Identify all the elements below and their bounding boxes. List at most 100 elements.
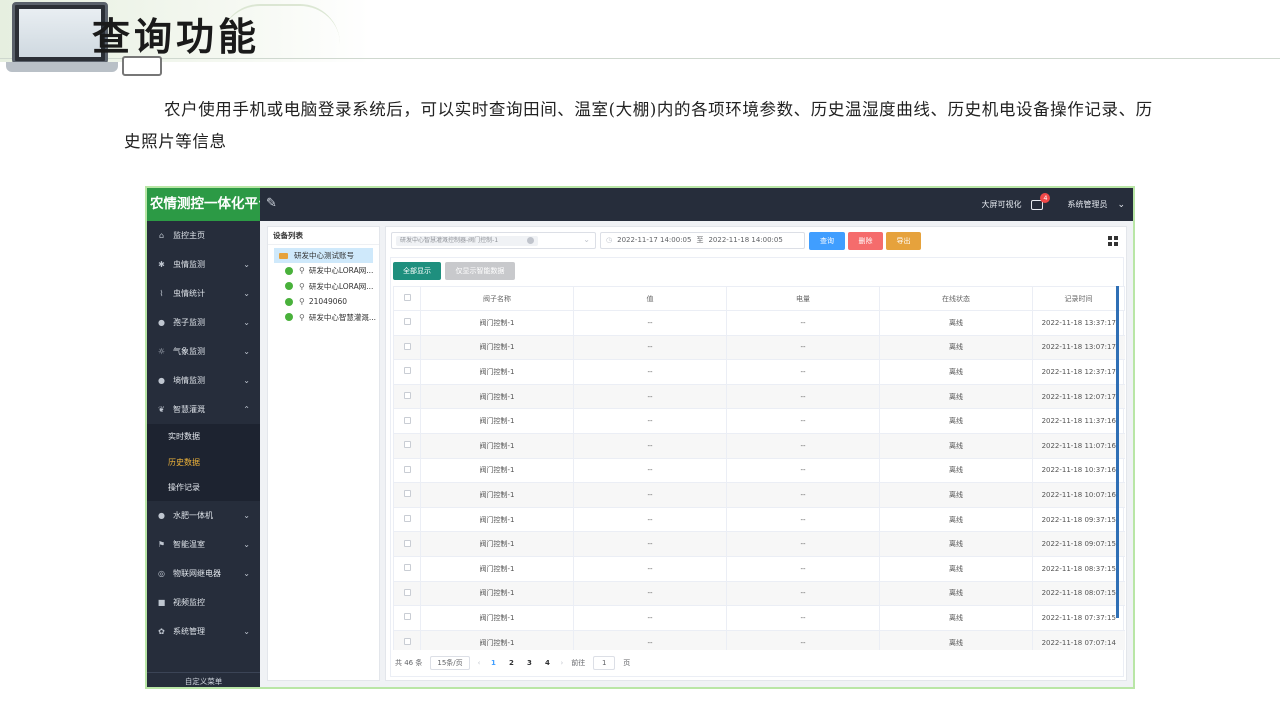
table-row[interactable]: 阀门控制-1 -- -- 离线 2022-11-18 09:37:15: [393, 507, 1125, 533]
row-select-cell[interactable]: [393, 482, 421, 508]
table-row[interactable]: 阀门控制-1 -- -- 离线 2022-11-18 08:07:15: [393, 581, 1125, 607]
row-checkbox[interactable]: [403, 367, 411, 375]
row-select-cell[interactable]: [393, 556, 421, 582]
page-number[interactable]: 2: [506, 659, 516, 667]
sidebar-item[interactable]: ⚑ 智能温室 ⌄: [147, 530, 260, 559]
row-select-cell[interactable]: [393, 630, 421, 650]
select-all-checkbox[interactable]: [403, 294, 411, 301]
sidebar-item[interactable]: ◎ 物联网继电器 ⌄: [147, 559, 260, 588]
tree-root-node[interactable]: 研发中心测试账号: [274, 248, 373, 263]
row-checkbox[interactable]: [403, 490, 411, 498]
close-icon[interactable]: [527, 237, 534, 244]
sidebar-item[interactable]: ✿ 系统管理 ⌄: [147, 617, 260, 646]
table-scrollbar[interactable]: [1116, 286, 1119, 618]
row-select-cell[interactable]: [393, 531, 421, 557]
tree-node[interactable]: ⚲ 研发中心智慧灌溉...: [268, 310, 379, 326]
row-checkbox[interactable]: [403, 515, 411, 523]
tree-node[interactable]: ⚲ 研发中心LORA网...: [268, 263, 379, 279]
row-select-cell[interactable]: [393, 335, 421, 361]
row-checkbox[interactable]: [403, 638, 411, 646]
table-row[interactable]: 阀门控制-1 -- -- 离线 2022-11-18 10:37:16: [393, 458, 1125, 484]
row-checkbox[interactable]: [403, 441, 411, 449]
sidebar-subitem[interactable]: 历史数据: [147, 450, 260, 476]
tree-node[interactable]: ⚲ 研发中心LORA网...: [268, 279, 379, 295]
column-header[interactable]: 电量: [726, 286, 880, 311]
table-row[interactable]: 阀门控制-1 -- -- 离线 2022-11-18 13:07:17: [393, 335, 1125, 361]
row-checkbox[interactable]: [403, 342, 411, 350]
sidebar-item[interactable]: ● 墒情监测 ⌄: [147, 366, 260, 395]
grid-view-icon[interactable]: [1108, 236, 1118, 246]
table-row[interactable]: 阀门控制-1 -- -- 离线 2022-11-18 07:07:14: [393, 630, 1125, 650]
export-button[interactable]: 导出: [886, 232, 921, 250]
sidebar-item-label: 系统管理: [173, 626, 205, 636]
user-menu[interactable]: 系统管理员: [1067, 199, 1107, 210]
table-row[interactable]: 阀门控制-1 -- -- 离线 2022-11-18 12:37:17: [393, 359, 1125, 385]
row-checkbox[interactable]: [403, 318, 411, 326]
sidebar-subitem[interactable]: 实时数据: [147, 424, 260, 450]
row-checkbox[interactable]: [403, 392, 411, 400]
sidebar-item[interactable]: ❦ 智慧灌溉 ⌃: [147, 395, 260, 424]
edit-icon[interactable]: ✎: [266, 197, 280, 211]
row-select-cell[interactable]: [393, 605, 421, 631]
sidebar-item[interactable]: ⌇ 虫情统计 ⌄: [147, 279, 260, 308]
row-checkbox[interactable]: [403, 613, 411, 621]
row-select-cell[interactable]: [393, 359, 421, 385]
table-row[interactable]: 阀门控制-1 -- -- 离线 2022-11-18 13:37:17: [393, 310, 1125, 336]
row-select-cell[interactable]: [393, 581, 421, 607]
sidebar-item[interactable]: ⌂ 监控主页: [147, 221, 260, 250]
table-row[interactable]: 阀门控制-1 -- -- 离线 2022-11-18 12:07:17: [393, 384, 1125, 410]
sidebar-item[interactable]: ✱ 虫情监测 ⌄: [147, 250, 260, 279]
page-number[interactable]: 3: [524, 659, 534, 667]
chevron-down-icon: ⌄: [243, 347, 250, 356]
table-row[interactable]: 阀门控制-1 -- -- 离线 2022-11-18 11:37:16: [393, 408, 1125, 434]
row-checkbox[interactable]: [403, 539, 411, 547]
sidebar-item-label: 水肥一体机: [173, 510, 213, 520]
column-header[interactable]: 记录时间: [1032, 286, 1125, 311]
table-row[interactable]: 阀门控制-1 -- -- 离线 2022-11-18 11:07:16: [393, 433, 1125, 459]
table-viewport[interactable]: 阀子名称值电量 在线状态 记录时间 阀门控制-1 -- -- 离线 2022-11-18 1…: [391, 258, 1125, 650]
row-select-cell[interactable]: [393, 458, 421, 484]
table-row[interactable]: 阀门控制-1 -- -- 离线 2022-11-18 10:07:16: [393, 482, 1125, 508]
page-size-select[interactable]: 15条/页: [430, 656, 470, 670]
row-checkbox[interactable]: [403, 564, 411, 572]
column-header[interactable]: 阀子名称: [420, 286, 574, 311]
sidebar-item[interactable]: ● 孢子监测 ⌄: [147, 308, 260, 337]
row-checkbox[interactable]: [403, 588, 411, 596]
prev-page-icon[interactable]: ‹: [478, 659, 481, 667]
row-select-cell[interactable]: [393, 384, 421, 410]
sidebar-item[interactable]: ■ 视频监控: [147, 588, 260, 617]
table-cell: --: [573, 335, 727, 361]
date-end[interactable]: 2022-11-18 14:00:05: [708, 233, 782, 248]
sidebar-subitem[interactable]: 操作记录: [147, 475, 260, 501]
row-select-cell[interactable]: [393, 408, 421, 434]
sidebar-item[interactable]: ● 水肥一体机 ⌄: [147, 501, 260, 530]
tree-node[interactable]: ⚲ 21049060: [268, 294, 379, 310]
delete-button[interactable]: 删除: [848, 232, 883, 250]
sidebar-item[interactable]: ☼ 气象监测 ⌄: [147, 337, 260, 366]
device-select[interactable]: 研发中心智慧灌溉控制器-阀门控制-1 ⌄: [391, 232, 596, 249]
row-checkbox[interactable]: [403, 465, 411, 473]
date-range-picker[interactable]: ◷ 2022-11-17 14:00:05 至 2022-11-18 14:00…: [600, 232, 805, 249]
row-select-cell[interactable]: [393, 310, 421, 336]
goto-page-input[interactable]: 1: [593, 656, 616, 670]
row-select-cell[interactable]: [393, 433, 421, 459]
bigscreen-link[interactable]: 大屏可视化: [981, 199, 1021, 210]
chevron-down-icon[interactable]: ⌄: [1117, 200, 1125, 210]
message-icon[interactable]: 4: [1031, 192, 1051, 210]
column-header[interactable]: 值: [573, 286, 727, 311]
column-header[interactable]: 在线状态: [879, 286, 1033, 311]
page-number[interactable]: 1: [488, 659, 498, 667]
selected-device-tag: 研发中心智慧灌溉控制器-阀门控制-1: [396, 236, 538, 246]
next-page-icon[interactable]: ›: [560, 659, 563, 667]
table-row[interactable]: 阀门控制-1 -- -- 离线 2022-11-18 08:37:15: [393, 556, 1125, 582]
date-start[interactable]: 2022-11-17 14:00:05: [617, 233, 691, 248]
row-select-cell[interactable]: [393, 507, 421, 533]
custom-menu-button[interactable]: 自定义菜单: [147, 672, 260, 687]
table-row[interactable]: 阀门控制-1 -- -- 离线 2022-11-18 07:37:15: [393, 605, 1125, 631]
query-button[interactable]: 查询: [809, 232, 845, 250]
table-row[interactable]: 阀门控制-1 -- -- 离线 2022-11-18 09:07:15: [393, 531, 1125, 557]
select-all-cell[interactable]: [393, 286, 421, 311]
row-checkbox[interactable]: [403, 416, 411, 424]
page-number[interactable]: 4: [542, 659, 552, 667]
table-cell: 离线: [879, 384, 1033, 410]
